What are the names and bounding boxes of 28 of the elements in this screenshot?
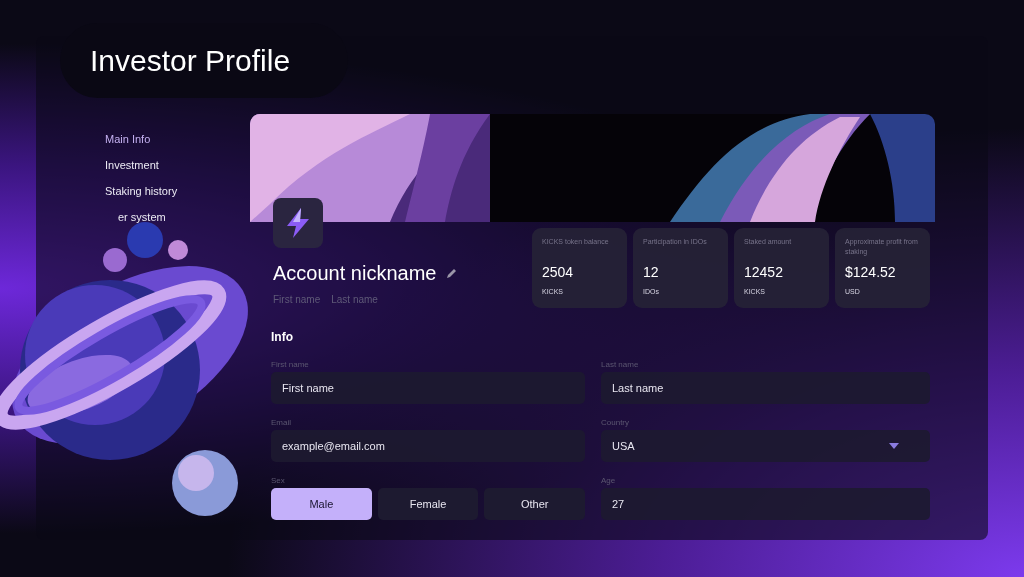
pencil-icon[interactable] — [446, 267, 459, 279]
input-field[interactable]: Last name — [601, 372, 930, 404]
sex-option[interactable]: Female — [377, 488, 479, 520]
dropdown-caret-icon — [889, 443, 899, 449]
last-name: Last name — [331, 293, 378, 307]
stat-value: 12452 — [744, 263, 784, 282]
stat-value: 2504 — [542, 263, 575, 282]
sidebar-item[interactable]: Investment — [105, 157, 250, 173]
stat-value: 12 — [643, 263, 660, 282]
stat-value: $124.52 — [845, 263, 897, 282]
country-select[interactable]: USA — [601, 430, 930, 462]
input-field[interactable]: 27 — [601, 488, 930, 520]
field-label: Sex — [271, 476, 286, 486]
field-label: Country — [601, 418, 630, 428]
sex-option[interactable]: Other — [484, 488, 585, 520]
input-field[interactable]: example@email.com — [271, 430, 585, 462]
input-field[interactable]: First name — [271, 372, 585, 404]
sidebar-item[interactable]: Staking history — [105, 183, 250, 199]
account-nickname: Account nickname — [273, 261, 437, 286]
first-name: First name — [273, 293, 321, 307]
sidebar-item[interactable]: Main Info — [105, 131, 250, 147]
sex-option[interactable]: Male — [271, 488, 372, 520]
field-label: First name — [271, 360, 310, 370]
page-title: Investor Profile — [90, 43, 291, 79]
field-label: Email — [271, 418, 292, 428]
section-heading: Info — [271, 329, 294, 346]
sidebar-item[interactable]: er system — [105, 209, 250, 225]
field-label: Age — [601, 476, 617, 486]
